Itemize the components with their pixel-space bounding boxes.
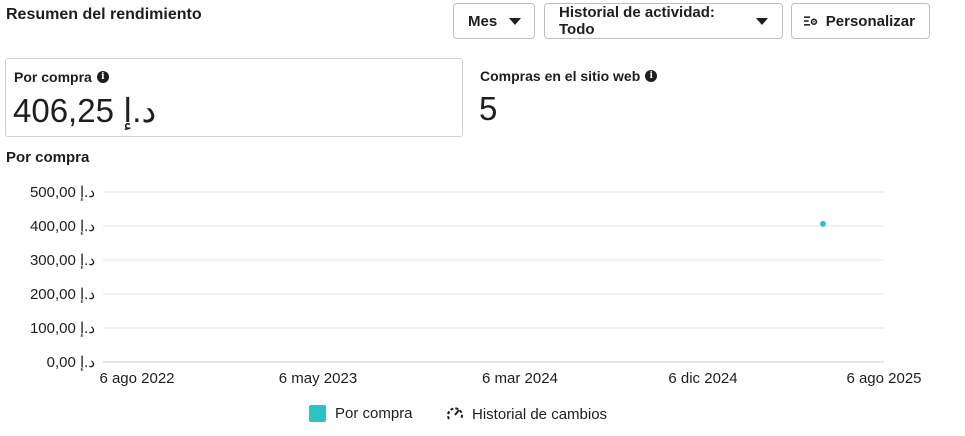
legend-item-change-history[interactable]: Historial de cambios (446, 405, 607, 423)
customize-button[interactable]: Personalizar (791, 3, 930, 39)
customize-label: Personalizar (825, 12, 915, 30)
metric-value: 406,25 د.إ (13, 92, 157, 129)
legend-label: Historial de cambios (472, 405, 608, 423)
y-tick-label: 300,00 د.إ (30, 252, 95, 269)
caret-down-icon (756, 17, 768, 25)
history-label: Historial de actividad: Todo (559, 4, 715, 38)
period-label: Mes (468, 12, 498, 30)
chart-area: 0,00 د.إ 100,00 د.إ 200,00 د.إ 300,00 د.إ 40… (30, 184, 922, 387)
metric-label: Compras en el sitio web (480, 68, 641, 84)
metric-label: Por compra (14, 69, 92, 85)
legend-swatch (309, 405, 326, 422)
metric-card-website-purchases[interactable]: Compras en el sitio web i 5 (472, 58, 952, 137)
metric-label-wrap: Por compra i (14, 69, 109, 85)
activity-history-dropdown[interactable]: Historial de actividad: Todo (544, 3, 783, 39)
chart-title: Por compra (6, 149, 90, 166)
period-dropdown[interactable]: Mes (453, 3, 535, 39)
x-tick-label: 6 dic 2024 (668, 370, 737, 387)
x-tick-label: 6 ago 2025 (846, 370, 921, 387)
y-tick-label: 500,00 د.إ (30, 184, 95, 201)
y-tick-label: 200,00 د.إ (30, 286, 95, 303)
metric-value: 5 (479, 90, 498, 127)
page-title: Resumen del rendimiento (6, 6, 202, 23)
legend-item-por-compra[interactable]: Por compra (309, 405, 413, 422)
metric-label-wrap: Compras en el sitio web i (480, 68, 658, 84)
y-tick-label: 400,00 د.إ (30, 218, 95, 235)
x-tick-label: 6 may 2023 (279, 370, 357, 387)
legend-label: Por compra (335, 405, 413, 422)
metric-card-per-purchase[interactable]: Por compra i 406,25 د.إ (5, 58, 463, 137)
x-tick-label: 6 ago 2022 (99, 370, 174, 387)
customize-icon (804, 16, 818, 26)
info-icon[interactable]: i (96, 71, 109, 83)
info-icon[interactable]: i (645, 70, 658, 82)
gauge-icon (447, 407, 463, 420)
y-tick-label: 100,00 د.إ (30, 320, 95, 337)
data-point (820, 220, 826, 227)
x-tick-label: 6 mar 2024 (482, 370, 558, 387)
y-tick-label: 0,00 د.إ (47, 354, 95, 371)
caret-down-icon (509, 17, 522, 25)
